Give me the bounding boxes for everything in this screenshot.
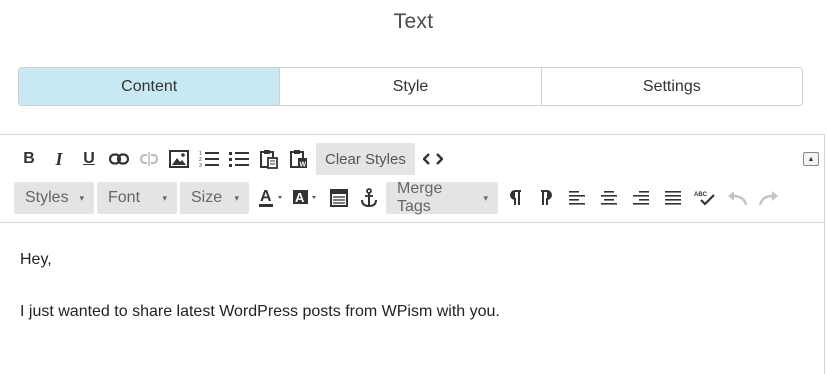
size-dropdown-label: Size: [191, 189, 223, 206]
tab-content[interactable]: Content: [19, 68, 281, 105]
bold-button[interactable]: B: [14, 143, 44, 175]
rich-text-editor: B I U 123 W Clear Styles ▲ Styles ▾ Font…: [0, 134, 825, 374]
bullet-list-icon[interactable]: [224, 143, 254, 175]
styles-dropdown-label: Styles: [25, 189, 69, 206]
unlink-icon[interactable]: [134, 143, 164, 175]
paragraph-ltr-icon[interactable]: [501, 182, 531, 214]
align-right-icon[interactable]: [625, 182, 657, 214]
align-center-icon[interactable]: [593, 182, 625, 214]
chevron-down-icon: ▾: [79, 192, 84, 203]
svg-text:W: W: [300, 162, 307, 169]
link-icon[interactable]: [104, 143, 134, 175]
undo-icon[interactable]: [721, 182, 753, 214]
anchor-icon[interactable]: [354, 182, 384, 214]
clear-styles-button[interactable]: Clear Styles: [316, 143, 415, 175]
svg-text:ABC: ABC: [694, 192, 708, 198]
tab-settings[interactable]: Settings: [541, 68, 802, 105]
collapse-toolbar-button[interactable]: ▲: [803, 152, 819, 166]
tab-bar: Content Style Settings: [18, 67, 803, 106]
panel-title: Text: [393, 10, 434, 33]
chevron-down-icon: ▾: [162, 192, 167, 203]
font-dropdown[interactable]: Font ▾: [97, 182, 177, 214]
text-color-icon[interactable]: A: [256, 182, 290, 214]
merge-tags-dropdown[interactable]: Merge Tags ▾: [386, 180, 498, 215]
styles-dropdown[interactable]: Styles ▾: [14, 182, 94, 214]
source-code-icon[interactable]: [415, 143, 451, 175]
paragraph-rtl-icon[interactable]: [531, 182, 561, 214]
tab-style[interactable]: Style: [280, 68, 542, 105]
content-line-body: I just wanted to share latest WordPress …: [20, 303, 500, 320]
svg-text:A: A: [295, 190, 305, 205]
editor-content[interactable]: Hey, I just wanted to share latest WordP…: [20, 251, 500, 321]
image-icon[interactable]: [164, 143, 194, 175]
paste-icon[interactable]: [254, 143, 284, 175]
editor-toolbar: B I U 123 W Clear Styles ▲ Styles ▾ Font…: [0, 135, 824, 223]
chevron-down-icon: ▾: [234, 192, 239, 203]
chevron-down-icon: ▾: [483, 192, 488, 203]
italic-button[interactable]: I: [44, 143, 74, 175]
toolbar-row-1: B I U 123 W Clear Styles: [14, 142, 451, 176]
underline-button[interactable]: U: [74, 143, 104, 175]
toolbar-row-2: Styles ▾ Font ▾ Size ▾ A A Merge Tags ▾ …: [14, 180, 785, 215]
font-dropdown-label: Font: [108, 189, 141, 206]
content-line-greeting: Hey,: [20, 251, 52, 268]
align-justify-icon[interactable]: [657, 182, 689, 214]
align-left-icon[interactable]: [561, 182, 593, 214]
background-color-icon[interactable]: A: [290, 182, 324, 214]
svg-text:3: 3: [199, 163, 202, 168]
size-dropdown[interactable]: Size ▾: [180, 182, 249, 214]
table-icon[interactable]: [324, 182, 354, 214]
svg-text:A: A: [260, 188, 272, 205]
paste-from-word-icon[interactable]: W: [284, 143, 314, 175]
merge-tags-label: Merge Tags: [397, 180, 443, 215]
spellcheck-icon[interactable]: ABC: [689, 182, 721, 214]
numbered-list-icon[interactable]: 123: [194, 143, 224, 175]
redo-icon[interactable]: [753, 182, 785, 214]
